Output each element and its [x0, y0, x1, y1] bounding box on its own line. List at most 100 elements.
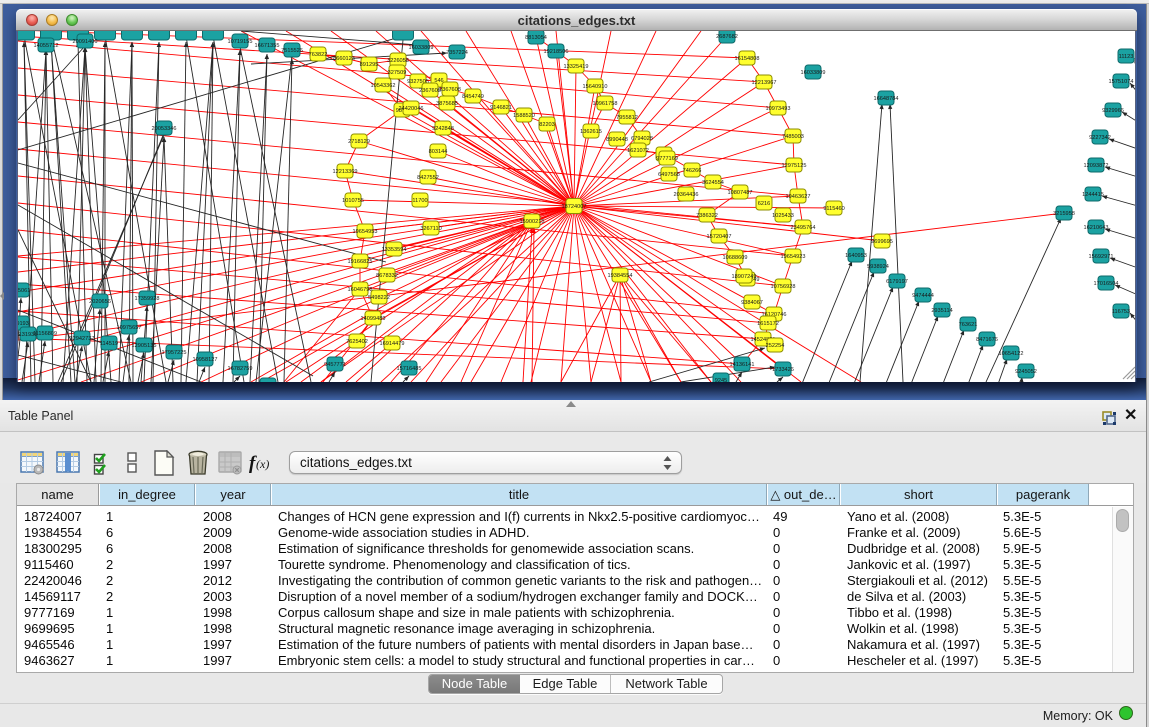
svg-text:20091406: 20091406 [73, 39, 98, 45]
svg-text:7625402: 7625402 [346, 339, 368, 345]
svg-text:15716485: 15716485 [397, 366, 422, 372]
svg-text:9245: 9245 [715, 378, 727, 382]
svg-text:8454749: 8454749 [462, 94, 484, 100]
svg-text:3624554: 3624554 [702, 180, 724, 186]
svg-text:11700: 11700 [412, 198, 427, 204]
svg-text:9777169: 9777169 [656, 156, 678, 162]
svg-text:9474444: 9474444 [912, 293, 934, 299]
svg-text:18907249: 18907249 [732, 274, 757, 280]
svg-text:24420046: 24420046 [399, 106, 424, 112]
svg-text:10654122: 10654122 [999, 351, 1024, 357]
svg-text:12905135: 12905135 [132, 343, 157, 349]
svg-text:2367608: 2367608 [419, 88, 441, 94]
svg-text:20053346: 20053346 [152, 126, 177, 132]
svg-text:10807487: 10807487 [728, 190, 753, 196]
svg-text:82203: 82203 [539, 122, 555, 128]
svg-text:2367608: 2367608 [439, 87, 461, 93]
svg-text:18724007: 18724007 [562, 204, 587, 210]
svg-text:12093872: 12093872 [1084, 163, 1109, 169]
svg-text:19654923: 19654923 [781, 254, 806, 260]
svg-text:16046798: 16046798 [348, 287, 373, 293]
svg-text:11123: 11123 [1119, 54, 1134, 60]
svg-text:1621072: 1621072 [627, 148, 649, 154]
svg-text:16033809: 16033809 [409, 45, 434, 51]
svg-text:15720407: 15720407 [707, 234, 732, 240]
svg-text:12942737: 12942737 [70, 336, 95, 342]
svg-text:3267110: 3267110 [420, 226, 441, 232]
svg-text:10688609: 10688609 [723, 255, 748, 261]
svg-text:5938924: 5938924 [867, 264, 889, 270]
svg-text:16914479: 16914479 [380, 341, 405, 347]
svg-text:116753: 116753 [1112, 309, 1130, 315]
svg-text:16671355: 16671355 [255, 43, 280, 49]
svg-text:9242848: 9242848 [432, 126, 454, 132]
svg-text:763822: 763822 [309, 52, 328, 58]
svg-text:19384554: 19384554 [608, 273, 633, 279]
svg-text:39193: 39193 [18, 321, 29, 327]
svg-text:7357224: 7357224 [446, 50, 468, 56]
svg-text:16033809: 16033809 [801, 70, 826, 76]
svg-text:8678332: 8678332 [376, 273, 398, 279]
svg-text:1362615: 1362615 [580, 129, 602, 135]
svg-text:9146821: 9146821 [490, 105, 512, 111]
svg-text:9329966: 9329966 [1102, 108, 1124, 114]
svg-text:19654953: 19654953 [353, 229, 378, 235]
svg-text:8427552: 8427552 [417, 175, 439, 181]
svg-text:6216: 6216 [758, 201, 770, 207]
svg-text:15692971: 15692971 [1089, 254, 1114, 260]
svg-text:10543362: 10543362 [371, 83, 396, 89]
svg-text:1025433: 1025433 [772, 213, 794, 219]
svg-text:16782759: 16782759 [228, 366, 253, 372]
svg-text:2935114: 2935114 [931, 308, 952, 314]
svg-text:9457771: 9457771 [324, 362, 346, 368]
svg-text:9227342: 9227342 [1089, 135, 1111, 141]
svg-text:12975125: 12975125 [782, 163, 807, 169]
svg-text:2020656: 2020656 [89, 299, 111, 305]
svg-text:10719155: 10719155 [228, 39, 253, 45]
svg-text:16648784: 16648784 [874, 96, 899, 102]
svg-text:10973493: 10973493 [766, 106, 791, 112]
svg-text:3215958: 3215958 [1053, 211, 1075, 217]
svg-text:7386322: 7386322 [696, 213, 718, 219]
svg-text:3226058: 3226058 [387, 58, 409, 64]
svg-text:8990448: 8990448 [606, 137, 628, 143]
svg-text:19166825: 19166825 [348, 259, 373, 265]
svg-text:17957225: 17957225 [162, 350, 187, 356]
svg-text:8660123: 8660123 [333, 56, 355, 62]
svg-text:15640910: 15640910 [583, 84, 608, 90]
svg-text:13353594: 13353594 [382, 247, 407, 253]
svg-text:15751074: 15751074 [1109, 79, 1134, 85]
svg-text:5498222: 5498222 [368, 295, 390, 301]
svg-text:12213967: 12213967 [752, 80, 777, 86]
svg-text:746266: 746266 [683, 168, 702, 174]
svg-text:114519: 114519 [100, 341, 118, 347]
svg-text:803144: 803144 [429, 149, 448, 155]
svg-text:13325419: 13325419 [564, 64, 589, 70]
svg-text:12213369: 12213369 [333, 169, 358, 175]
svg-text:20364436: 20364436 [674, 192, 699, 198]
svg-text:7955812: 7955812 [616, 115, 638, 121]
svg-text:(x): (x) [256, 457, 269, 471]
svg-text:15900215: 15900215 [520, 219, 545, 225]
svg-text:23495764: 23495764 [791, 225, 816, 231]
svg-text:10961758: 10961758 [593, 101, 618, 107]
svg-text:2687682: 2687682 [716, 34, 738, 40]
svg-text:14136141: 14136141 [730, 362, 755, 368]
svg-text:891295: 891295 [360, 62, 379, 68]
svg-text:2718129: 2718129 [348, 139, 370, 145]
svg-text:1733426: 1733426 [772, 367, 794, 373]
svg-text:9699695: 9699695 [871, 239, 893, 245]
svg-text:6794028: 6794028 [631, 136, 653, 142]
svg-text:845061: 845061 [18, 288, 30, 294]
svg-text:763621: 763621 [959, 322, 978, 328]
svg-text:10958127: 10958127 [193, 357, 218, 363]
svg-text:1244415: 1244415 [1082, 192, 1104, 198]
svg-text:8471676: 8471676 [976, 337, 998, 343]
svg-text:14099489: 14099489 [361, 316, 386, 322]
svg-text:1615172: 1615172 [757, 321, 779, 327]
svg-text:19218506: 19218506 [544, 49, 569, 55]
svg-text:9115460: 9115460 [823, 206, 844, 212]
svg-text:19463627: 19463627 [786, 194, 811, 200]
svg-text:1010755: 1010755 [342, 198, 364, 204]
svg-text:14055712: 14055712 [34, 43, 59, 49]
